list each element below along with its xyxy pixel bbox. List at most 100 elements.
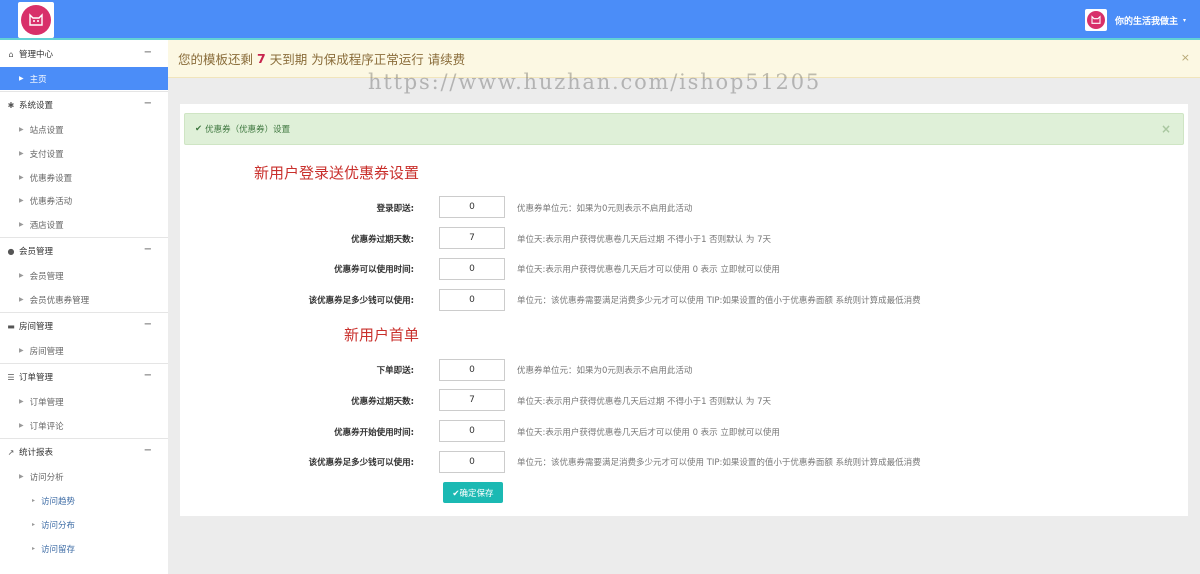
first-order-min-spend-input[interactable] (439, 451, 505, 473)
caret-right-icon: ▶ (19, 197, 24, 204)
sidebar-item-room-management[interactable]: ▶ 房间管理 (0, 339, 168, 362)
success-alert: ✔ 优惠券（优惠券）设置 × (184, 113, 1184, 145)
sidebar-group-label: 房间管理 (19, 322, 54, 332)
field-help: 单位元：该优惠券需要满足消费多少元才可以使用 TIP:如果设置的值小于优惠券面额… (517, 296, 921, 306)
sidebar-item-member-coupons[interactable]: ▶ 会员优惠券管理 (0, 288, 168, 311)
login-gift-input[interactable] (439, 196, 505, 218)
notice-prefix: 您的模板还剩 (178, 52, 254, 67)
field-help: 单位元：该优惠券需要满足消费多少元才可以使用 TIP:如果设置的值小于优惠券面额… (517, 458, 921, 468)
sidebar-group-label: 统计报表 (19, 448, 54, 458)
collapse-icon[interactable]: − (144, 319, 152, 330)
chevron-down-icon: ▾ (1182, 16, 1186, 24)
sidebar-item-label: 订单管理 (29, 397, 64, 408)
logo[interactable] (18, 2, 54, 38)
sidebar-group-label: 系统设置 (19, 101, 54, 111)
field-help: 单位天:表示用户获得优惠卷几天后过期 不得小于1 否则默认 为 7天 (517, 397, 771, 407)
sidebar-item-home[interactable]: ▶ 主页 (0, 67, 168, 90)
sidebar-subitem-visit-retention[interactable]: ▸ 访问留存 (0, 537, 168, 560)
caret-right-icon: ▸ (32, 497, 36, 504)
bed-icon: ▬ (7, 321, 15, 331)
caret-right-icon: ▶ (19, 398, 24, 405)
sidebar-item-member-management[interactable]: ▶ 会员管理 (0, 264, 168, 287)
field-label: 优惠券开始使用时间: (334, 428, 414, 438)
caret-right-icon: ▶ (19, 150, 24, 157)
caret-right-icon: ▶ (19, 296, 24, 303)
sidebar-group-orders[interactable]: ☰ 订单管理 − (0, 364, 168, 390)
sidebar-item-coupon-settings[interactable]: ▶ 优惠券设置 (0, 166, 168, 189)
sidebar-group-members[interactable]: ● 会员管理 − (0, 238, 168, 264)
sidebar-item-order-management[interactable]: ▶ 订单管理 (0, 390, 168, 413)
min-spend-input[interactable] (439, 289, 505, 311)
usable-after-input[interactable] (439, 258, 505, 280)
sidebar-group-dashboard[interactable]: ⌂ 管理中心 − (0, 41, 168, 67)
caret-right-icon: ▶ (19, 473, 24, 480)
sidebar-item-label: 访问分析 (29, 472, 64, 483)
collapse-icon[interactable]: − (144, 370, 152, 381)
sidebar-item-payment-settings[interactable]: ▶ 支付设置 (0, 142, 168, 165)
sidebar-subitem-visit-distribution[interactable]: ▸ 访问分布 (0, 513, 168, 536)
caret-right-icon: ▶ (19, 422, 24, 429)
caret-right-icon: ▶ (19, 272, 24, 279)
collapse-icon[interactable]: − (144, 98, 152, 109)
field-help: 单位天:表示用户获得优惠卷几天后过期 不得小于1 否则默认 为 7天 (517, 235, 771, 245)
collapse-icon[interactable]: − (144, 244, 152, 255)
first-order-gift-input[interactable] (439, 359, 505, 381)
list-icon: ☰ (7, 372, 15, 382)
sidebar-subitem-visit-trend[interactable]: ▸ 访问趋势 (0, 489, 168, 512)
caret-right-icon: ▶ (19, 221, 24, 228)
sidebar-item-order-reviews[interactable]: ▶ 订单评论 (0, 414, 168, 437)
collapse-icon[interactable]: − (144, 47, 152, 58)
caret-right-icon: ▶ (19, 75, 24, 82)
field-help: 单位天:表示用户获得优惠卷几天后才可以使用 0 表示 立即就可以使用 (517, 265, 780, 275)
field-label: 该优惠券足多少钱可以使用: (308, 296, 414, 306)
sidebar-group-rooms[interactable]: ▬ 房间管理 − (0, 313, 168, 339)
collapse-icon[interactable]: − (144, 445, 152, 456)
check-icon: ✔ (195, 124, 203, 134)
sidebar-subitem-label: 访问分布 (41, 520, 76, 531)
sidebar-item-label: 支付设置 (29, 149, 64, 160)
close-icon[interactable]: × (1181, 51, 1190, 64)
sidebar-subitem-label: 访问留存 (41, 544, 76, 555)
top-navbar: 你的生活我做主 ▾ (0, 0, 1200, 40)
sidebar-item-label: 会员管理 (29, 271, 64, 282)
sidebar-group-label: 管理中心 (19, 50, 54, 60)
sidebar-item-label: 酒店设置 (29, 220, 64, 231)
field-label: 登录即送: (376, 204, 414, 214)
first-order-expire-days-input[interactable] (439, 389, 505, 411)
sidebar-item-hotel-settings[interactable]: ▶ 酒店设置 (0, 213, 168, 236)
watermark: https://www.huzhan.com/ishop51205 (368, 70, 822, 94)
check-icon: ✔ (452, 488, 460, 499)
sidebar-group-reports[interactable]: ↗ 统计报表 − (0, 439, 168, 465)
first-order-start-input[interactable] (439, 420, 505, 442)
save-button[interactable]: ✔确定保存 (443, 482, 503, 503)
chart-line-icon: ↗ (7, 447, 15, 457)
sidebar-group-label: 会员管理 (19, 247, 54, 257)
caret-right-icon: ▶ (19, 347, 24, 354)
close-icon[interactable]: × (1161, 122, 1171, 136)
sidebar-group-system-settings[interactable]: ✱ 系统设置 − (0, 92, 168, 118)
user-icon: ● (7, 246, 15, 256)
caret-right-icon: ▶ (19, 126, 24, 133)
sidebar-item-label: 优惠券活动 (29, 196, 73, 207)
alert-text: 优惠券（优惠券）设置 (205, 125, 291, 135)
user-menu[interactable]: 你的生活我做主 ▾ (1084, 9, 1186, 31)
expire-days-input[interactable] (439, 227, 505, 249)
sidebar-item-label: 会员优惠券管理 (29, 295, 90, 306)
notice-days: 7 (257, 51, 266, 66)
home-icon: ⌂ (8, 49, 14, 59)
field-label: 优惠券可以使用时间: (334, 265, 414, 275)
sidebar-item-label: 主页 (29, 74, 47, 85)
field-help: 优惠券单位元：如果为0元则表示不启用此活动 (517, 366, 693, 376)
sidebar-item-coupon-activity[interactable]: ▶ 优惠券活动 (0, 189, 168, 212)
sidebar-subitem-label: 访问趋势 (41, 496, 76, 507)
sidebar-item-label: 订单评论 (29, 421, 64, 432)
cat-face-icon (21, 5, 51, 35)
sidebar-item-label: 站点设置 (29, 125, 64, 136)
sidebar-item-visit-analysis[interactable]: ▶ 访问分析 (0, 465, 168, 488)
notice-suffix: 天到期 为保成程序正常运行 请续费 (269, 52, 466, 67)
caret-right-icon: ▶ (19, 174, 24, 181)
avatar (1084, 9, 1107, 31)
sidebar-item-site-settings[interactable]: ▶ 站点设置 (0, 118, 168, 141)
field-label: 优惠券过期天数: (351, 235, 414, 245)
sidebar-item-label: 房间管理 (29, 346, 64, 357)
